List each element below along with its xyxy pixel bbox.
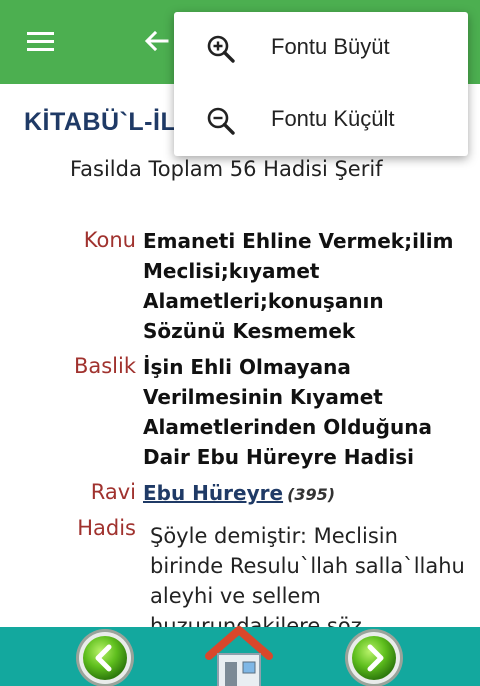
hadis-count-subtitle: Fasilda Toplam 56 Hadisi Şerif — [70, 157, 383, 181]
baslik-label: Baslik — [73, 354, 136, 378]
hadis-text: Şöyle demiştir: Meclisin birinde Resulu`… — [150, 524, 465, 638]
konu-value: Emaneti Ehline Vermek;ilim Meclisi;kıyam… — [143, 229, 454, 343]
konu-label: Konu — [83, 228, 136, 252]
ravi-hadis-count: (395) — [287, 485, 336, 504]
arrow-left-icon[interactable] — [140, 26, 172, 58]
ravi-link[interactable]: Ebu Hüreyre — [143, 481, 283, 505]
hamburger-menu-icon[interactable] — [24, 30, 60, 54]
home-icon[interactable] — [205, 626, 273, 686]
menu-item-font-decrease[interactable]: Fontu Küçült — [174, 84, 468, 156]
baslik-value: İşin Ehli Olmayana Verilmesinin Kıyamet … — [143, 355, 432, 469]
zoom-in-icon — [206, 34, 236, 64]
ravi-label: Ravi — [90, 480, 136, 504]
chevron-left-icon[interactable] — [75, 628, 135, 686]
zoom-out-icon — [206, 106, 236, 136]
menu-item-label: Fontu Küçült — [271, 106, 395, 131]
menu-item-font-increase[interactable]: Fontu Büyüt — [174, 12, 468, 84]
hadis-label: Hadis — [77, 516, 136, 540]
menu-item-label: Fontu Büyüt — [271, 34, 390, 59]
chevron-right-icon[interactable] — [344, 628, 404, 686]
page-title: KİTABÜ`L-İL — [24, 108, 177, 136]
font-size-menu: Fontu Büyüt Fontu Küçült — [174, 12, 468, 156]
ravi-value: Ebu Hüreyre (395) — [143, 478, 468, 510]
